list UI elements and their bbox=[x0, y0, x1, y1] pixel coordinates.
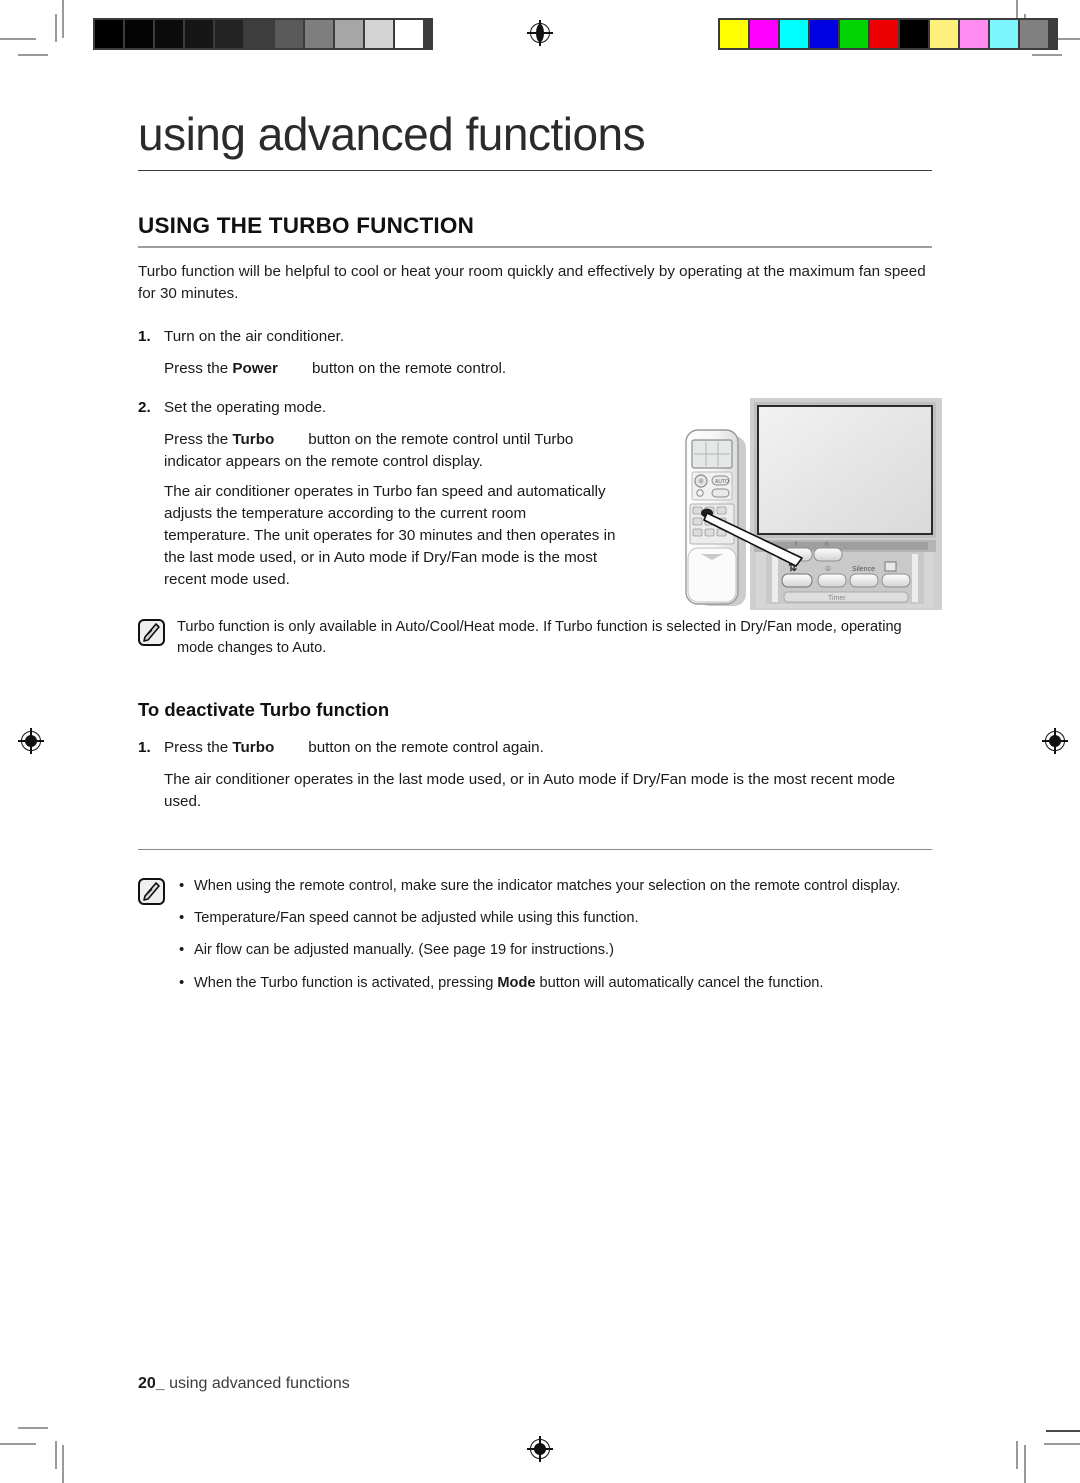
bullet-1-pre: Temperature/Fan speed cannot be adjusted… bbox=[194, 910, 639, 927]
footer-page-number: 20 bbox=[138, 1375, 156, 1392]
grayscale-swatch-9 bbox=[365, 20, 393, 48]
crop-mark-bottom-left-horizontal bbox=[0, 1443, 36, 1445]
footer-separator: _ bbox=[155, 1375, 165, 1392]
grayscale-swatch-8 bbox=[335, 20, 363, 48]
note-turbo-availability: Turbo function is only available in Auto… bbox=[138, 617, 932, 659]
step-1-number: 1. bbox=[138, 328, 151, 346]
bullet-3-post: button will automatically cancel the fun… bbox=[535, 974, 824, 991]
crop-mark-top-left-inner-vertical bbox=[55, 14, 57, 42]
grayscale-swatch-3 bbox=[185, 20, 213, 48]
color-swatch-6 bbox=[900, 20, 928, 48]
color-swatch-1 bbox=[750, 20, 778, 48]
color-swatch-7 bbox=[930, 20, 958, 48]
crop-mark-top-left-vertical bbox=[62, 0, 64, 38]
color-swatch-9 bbox=[990, 20, 1018, 48]
crop-mark-bottom-right-inner-vertical bbox=[1016, 1441, 1018, 1469]
section-intro-paragraph: Turbo function will be helpful to cool o… bbox=[138, 263, 926, 302]
deactivate-heading: To deactivate Turbo function bbox=[138, 699, 390, 721]
step-2: 2. Set the operating mode. bbox=[138, 397, 932, 419]
crop-mark-bottom-right-inner-horizontal bbox=[1046, 1430, 1080, 1432]
page-footer: 20_ using advanced functions bbox=[138, 1375, 350, 1393]
mode-button-label: Mode bbox=[497, 974, 536, 991]
deactivate-step-1-pre: Press the bbox=[164, 739, 233, 757]
step-1-instruction: Press the Power button on the remote cont… bbox=[164, 358, 932, 380]
step-2-paragraph: The air conditioner operates in Turbo fa… bbox=[164, 482, 616, 588]
deactivate-step-1-post: button on the remote control again. bbox=[308, 739, 544, 757]
crop-mark-bottom-left-vertical bbox=[62, 1445, 64, 1483]
procedure-steps: 1. Turn on the air conditioner. Press th… bbox=[138, 326, 932, 590]
section-divider bbox=[138, 849, 932, 851]
turbo-button-label: Turbo bbox=[232, 430, 275, 448]
grayscale-swatch-7 bbox=[305, 20, 333, 48]
section-heading: USING THE TURBO FUNCTION bbox=[138, 213, 932, 249]
footer-label: using advanced functions bbox=[169, 1375, 350, 1392]
deactivate-step-1: 1. Press the Turbo button on the remote c… bbox=[138, 737, 932, 759]
note-pen-icon-bottom bbox=[138, 878, 165, 906]
color-swatch-5 bbox=[870, 20, 898, 48]
note-pen-icon bbox=[138, 618, 165, 646]
list-item: When using the remote control, make sure… bbox=[177, 875, 901, 897]
bullet-2-pre: Air flow can be adjusted manually. (See … bbox=[194, 942, 614, 959]
crop-mark-bottom-right-horizontal bbox=[1044, 1443, 1080, 1445]
list-item: Air flow can be adjusted manually. (See … bbox=[177, 939, 900, 961]
grayscale-calibration-bar bbox=[93, 18, 433, 50]
crop-mark-bottom-right-vertical bbox=[1024, 1445, 1026, 1483]
registration-target-icon-left bbox=[18, 728, 44, 754]
crop-mark-top-left-horizontal bbox=[0, 38, 36, 40]
bullet-3-pre: When the Turbo function is activated, pr… bbox=[194, 974, 498, 991]
deactivate-paragraph: The air conditioner operates in the last… bbox=[164, 771, 896, 811]
deactivate-step-1-number: 1. bbox=[138, 739, 151, 757]
usage-tips-list: When using the remote control, make sure… bbox=[177, 875, 901, 994]
registration-target-icon-top bbox=[527, 20, 553, 46]
crop-mark-top-right-inner-horizontal bbox=[1032, 54, 1062, 56]
turbo-button-label-deactivate: Turbo bbox=[232, 739, 275, 757]
bullet-0-pre: When using the remote control, make sure… bbox=[194, 878, 901, 895]
grayscale-swatch-2 bbox=[155, 20, 183, 48]
note-turbo-availability-text: Turbo function is only available in Auto… bbox=[177, 618, 902, 656]
color-calibration-bar bbox=[718, 18, 1058, 50]
page-content: using advanced functions USING THE TURBO… bbox=[138, 110, 932, 994]
color-swatch-2 bbox=[780, 20, 808, 48]
step-2-instruction: Press the Turbo button on the remote cont… bbox=[164, 429, 616, 473]
step-1-text: Turn on the air conditioner. bbox=[164, 328, 345, 346]
note-usage-tips-body: When using the remote control, make sure… bbox=[177, 875, 901, 994]
color-swatch-0 bbox=[720, 20, 748, 48]
step-2-number: 2. bbox=[138, 398, 151, 416]
registration-target-icon-bottom bbox=[527, 1436, 553, 1462]
grayscale-swatch-5 bbox=[245, 20, 273, 48]
page-title: using advanced functions bbox=[138, 110, 932, 172]
note-icon-wrap bbox=[138, 618, 165, 646]
deactivate-step-1-text: Press the Turbo button on the remote cont… bbox=[164, 737, 544, 759]
power-button-label: Power bbox=[232, 360, 278, 378]
step-1: 1. Turn on the air conditioner. bbox=[138, 326, 932, 348]
color-swatch-8 bbox=[960, 20, 988, 48]
crop-mark-bottom-left-inner-horizontal bbox=[18, 1427, 48, 1429]
grayscale-swatch-10 bbox=[395, 20, 423, 48]
list-item: When the Turbo function is activated, pr… bbox=[177, 972, 900, 994]
grayscale-swatch-1 bbox=[125, 20, 153, 48]
color-swatch-4 bbox=[840, 20, 868, 48]
grayscale-swatch-0 bbox=[95, 20, 123, 48]
note-usage-tips: When using the remote control, make sure… bbox=[138, 875, 932, 994]
crop-mark-top-left-inner-horizontal bbox=[18, 54, 48, 56]
grayscale-swatch-4 bbox=[215, 20, 243, 48]
list-item: Temperature/Fan speed cannot be adjusted… bbox=[177, 907, 900, 929]
registration-target-icon-right bbox=[1042, 728, 1068, 754]
note-icon-wrap-bottom bbox=[138, 878, 165, 906]
step-1-instruction-post: button on the remote control. bbox=[311, 360, 507, 378]
color-swatch-10 bbox=[1020, 20, 1048, 48]
step-1-instruction-pre: Press the bbox=[164, 360, 233, 378]
step-2-instruction-pre: Press the bbox=[164, 430, 233, 448]
color-swatch-3 bbox=[810, 20, 838, 48]
crop-mark-bottom-left-inner-vertical bbox=[55, 1441, 57, 1469]
step-2-text: Set the operating mode. bbox=[164, 398, 327, 416]
grayscale-swatch-6 bbox=[275, 20, 303, 48]
